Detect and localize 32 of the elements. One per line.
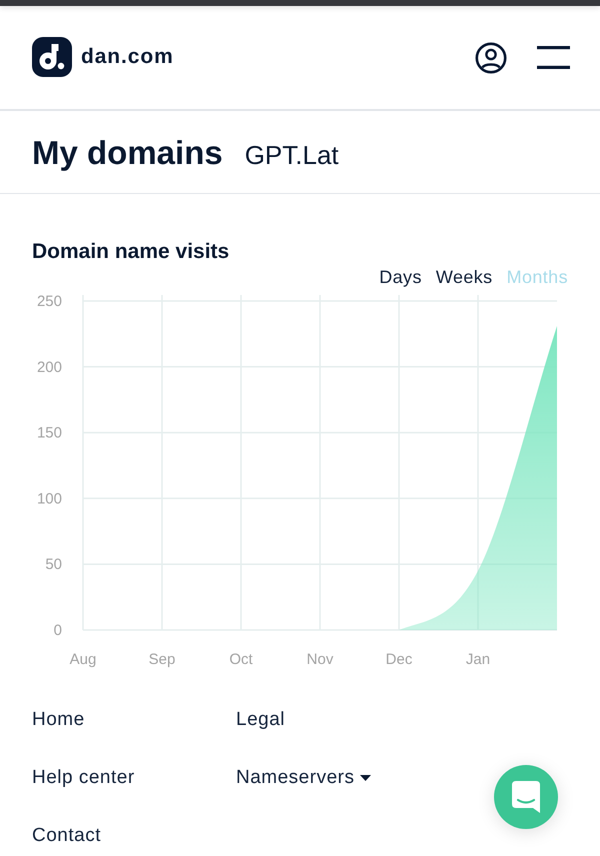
y-axis-label: 50 <box>45 556 62 574</box>
logo-icon <box>32 36 72 76</box>
chat-bubble-icon <box>512 781 540 813</box>
y-axis-label: 150 <box>36 424 62 442</box>
y-axis-label: 250 <box>36 293 62 310</box>
footer-link[interactable]: Home <box>32 707 85 733</box>
y-axis-label: 0 <box>54 622 62 639</box>
x-axis-label: Nov <box>306 651 334 668</box>
user-icon <box>475 42 507 74</box>
logo-link[interactable]: dan.com <box>32 36 174 76</box>
page-heading: My domains <box>32 134 223 172</box>
chart-title: Domain name visits <box>32 239 230 265</box>
menu-button[interactable] <box>537 46 570 69</box>
logo-text: dan.com <box>81 44 174 68</box>
footer-dropdown-link[interactable]: Nameservers <box>236 765 372 791</box>
range-tab[interactable]: Days <box>379 266 422 288</box>
x-axis-label: Dec <box>386 651 412 668</box>
x-axis-label: Sep <box>148 651 176 668</box>
x-axis-label: Aug <box>70 651 96 668</box>
footer-link[interactable]: Help center <box>32 765 135 791</box>
footer-link[interactable]: Legal <box>236 707 285 733</box>
domain-name: GPT.Lat <box>244 140 339 170</box>
range-tab[interactable]: Weeks <box>436 266 493 288</box>
x-axis-label: Jan <box>466 651 490 668</box>
y-axis-label: 100 <box>36 490 62 508</box>
footer-link-text: Nameservers <box>236 766 354 790</box>
y-axis-label: 200 <box>36 358 62 376</box>
footer-link[interactable]: Contact <box>32 823 101 849</box>
account-button[interactable] <box>475 42 507 74</box>
x-axis-label: Oct <box>229 651 253 668</box>
menu-icon <box>537 46 570 69</box>
caret-icon <box>360 775 372 781</box>
